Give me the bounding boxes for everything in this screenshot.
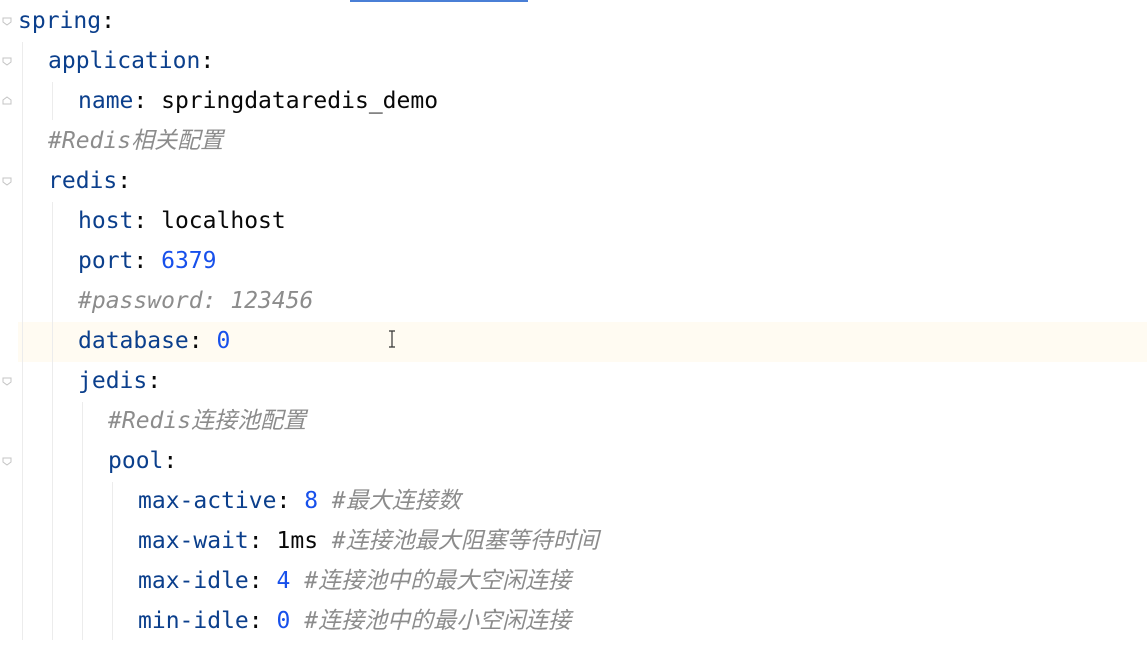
- yaml-number: 0: [276, 608, 291, 634]
- yaml-separator: :: [248, 608, 263, 634]
- yaml-separator: :: [133, 88, 148, 114]
- yaml-separator: :: [276, 488, 291, 514]
- yaml-key: port: [78, 248, 134, 274]
- yaml-key: host: [78, 208, 134, 234]
- fold-collapse-icon[interactable]: [2, 376, 12, 386]
- yaml-comment: #连接池中的最大空闲连接: [304, 568, 572, 594]
- code-line[interactable]: application:: [18, 41, 214, 81]
- yaml-key: name: [78, 88, 134, 114]
- yaml-key: pool: [108, 448, 164, 474]
- yaml-comment: #Redis相关配置: [48, 128, 224, 154]
- yaml-key: max-wait: [138, 528, 249, 554]
- code-line[interactable]: pool:: [18, 441, 177, 481]
- yaml-number: 6379: [161, 248, 217, 274]
- yaml-key: jedis: [78, 368, 148, 394]
- code-editor[interactable]: spring: application: name: springdatared…: [0, 0, 1147, 663]
- yaml-comment: #连接池中的最小空闲连接: [304, 608, 572, 634]
- yaml-number: 4: [276, 568, 291, 594]
- yaml-key: application: [48, 48, 201, 74]
- code-line[interactable]: max-idle: 4 #连接池中的最大空闲连接: [18, 561, 571, 601]
- yaml-key: redis: [48, 168, 118, 194]
- code-line[interactable]: max-active: 8 #最大连接数: [18, 481, 461, 521]
- code-line[interactable]: min-idle: 0 #连接池中的最小空闲连接: [18, 601, 571, 641]
- yaml-separator: :: [188, 328, 203, 354]
- yaml-separator: :: [117, 168, 132, 194]
- text-cursor-icon: [389, 330, 395, 348]
- yaml-value: 1ms: [276, 528, 319, 554]
- yaml-key: max-idle: [138, 568, 249, 594]
- code-line[interactable]: name: springdataredis_demo: [18, 81, 438, 121]
- yaml-comment: #连接池最大阻塞等待时间: [331, 528, 599, 554]
- yaml-value: springdataredis_demo: [161, 88, 439, 114]
- yaml-comment: #最大连接数: [331, 488, 461, 514]
- code-line[interactable]: #Redis相关配置: [18, 121, 223, 161]
- yaml-separator: :: [200, 48, 215, 74]
- code-line[interactable]: spring:: [18, 1, 115, 41]
- yaml-separator: :: [248, 528, 263, 554]
- fold-collapse-icon[interactable]: [2, 56, 12, 66]
- yaml-separator: :: [163, 448, 178, 474]
- code-line[interactable]: redis:: [18, 161, 131, 201]
- code-line[interactable]: max-wait: 1ms #连接池最大阻塞等待时间: [18, 521, 599, 561]
- yaml-comment: #Redis连接池配置: [108, 408, 307, 434]
- fold-collapse-icon[interactable]: [2, 456, 12, 466]
- fold-collapse-icon[interactable]: [2, 16, 12, 26]
- fold-end-icon[interactable]: [2, 96, 12, 106]
- code-line-current[interactable]: database: 0: [18, 321, 230, 361]
- yaml-comment: #password: 123456: [78, 288, 314, 314]
- fold-collapse-icon[interactable]: [2, 176, 12, 186]
- active-tab-indicator: [350, 0, 528, 2]
- yaml-separator: :: [101, 8, 115, 34]
- yaml-key: database: [78, 328, 189, 354]
- yaml-value: localhost: [161, 208, 286, 234]
- yaml-separator: :: [147, 368, 162, 394]
- yaml-number: 0: [216, 328, 231, 354]
- yaml-number: 8: [304, 488, 319, 514]
- code-line[interactable]: #Redis连接池配置: [18, 401, 306, 441]
- yaml-separator: :: [133, 248, 148, 274]
- yaml-separator: :: [248, 568, 263, 594]
- yaml-key: min-idle: [138, 608, 249, 634]
- gutter[interactable]: [0, 0, 18, 663]
- code-line[interactable]: #password: 123456: [18, 281, 313, 321]
- yaml-key: max-active: [138, 488, 277, 514]
- code-line[interactable]: port: 6379: [18, 241, 217, 281]
- code-line[interactable]: jedis:: [18, 361, 161, 401]
- code-line[interactable]: host: localhost: [18, 201, 286, 241]
- yaml-key: spring: [18, 8, 102, 34]
- yaml-separator: :: [133, 208, 148, 234]
